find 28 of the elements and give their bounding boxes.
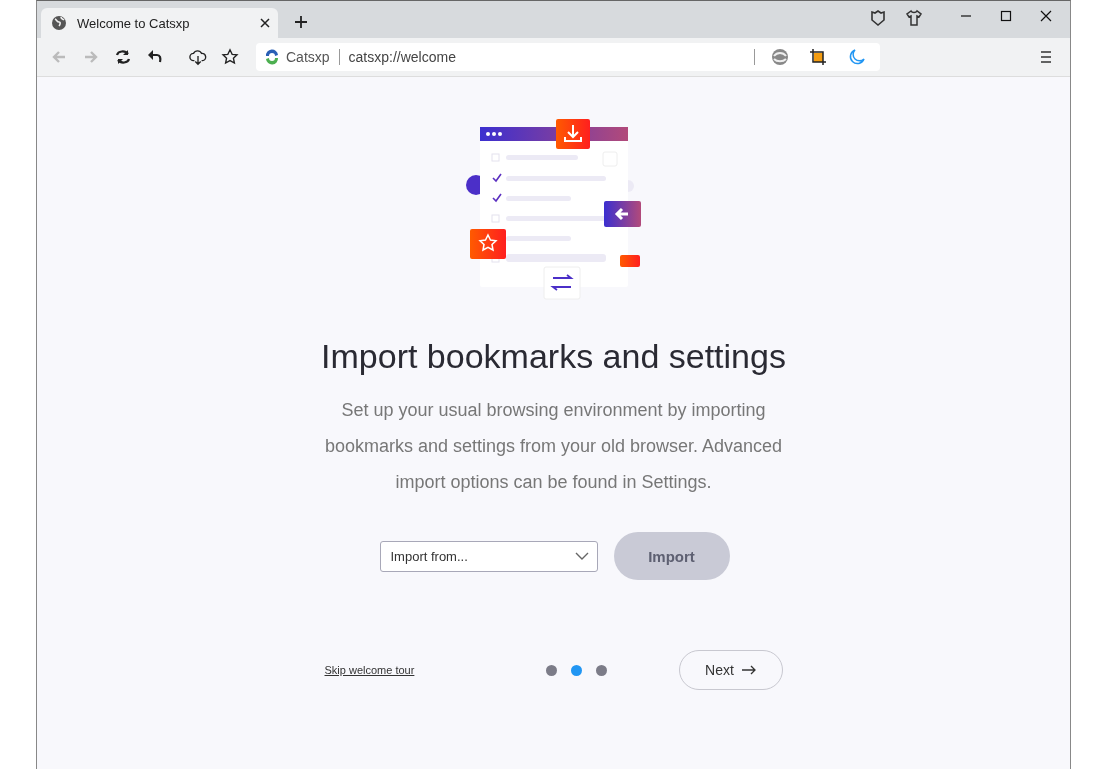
description-text: Set up your usual browsing environment by importing bookmarks and settings from your old browser. Advanced import options can be found in Settings. xyxy=(323,399,784,494)
star-icon[interactable] xyxy=(221,48,239,66)
tab-title: Welcome to Catsxp xyxy=(77,15,191,31)
address-bar[interactable]: Catsxp catsxp://welcome xyxy=(256,43,880,71)
menu-icon[interactable] xyxy=(1038,49,1054,65)
step-dot[interactable] xyxy=(570,664,582,676)
sync-icon[interactable] xyxy=(114,48,132,66)
cloud-download-icon[interactable] xyxy=(189,48,207,66)
site-name: Catsxp xyxy=(286,49,330,65)
skip-tour-link[interactable]: Skip welcome tour xyxy=(324,664,415,676)
url-text: catsxp://welcome xyxy=(348,49,456,65)
close-tab-icon[interactable] xyxy=(260,18,270,28)
caret-icon xyxy=(574,552,589,560)
browser-logo-icon xyxy=(264,49,280,65)
shirt-icon[interactable] xyxy=(904,8,924,28)
moon-icon[interactable] xyxy=(847,48,865,66)
maximize-icon[interactable] xyxy=(1000,10,1012,22)
import-source-dropdown[interactable]: Import from... xyxy=(379,540,598,572)
step-dot[interactable] xyxy=(545,664,557,676)
page-heading: Import bookmarks and settings xyxy=(321,337,786,376)
shield-icon[interactable] xyxy=(868,8,888,28)
new-tab-icon[interactable] xyxy=(294,15,308,29)
step-dot[interactable] xyxy=(595,664,607,676)
browser-tab[interactable]: Welcome to Catsxp xyxy=(41,8,278,38)
arrow-right-icon xyxy=(741,665,756,675)
next-button[interactable]: Next xyxy=(678,650,783,690)
crop-icon[interactable] xyxy=(809,48,827,66)
close-window-icon[interactable] xyxy=(1040,10,1052,22)
